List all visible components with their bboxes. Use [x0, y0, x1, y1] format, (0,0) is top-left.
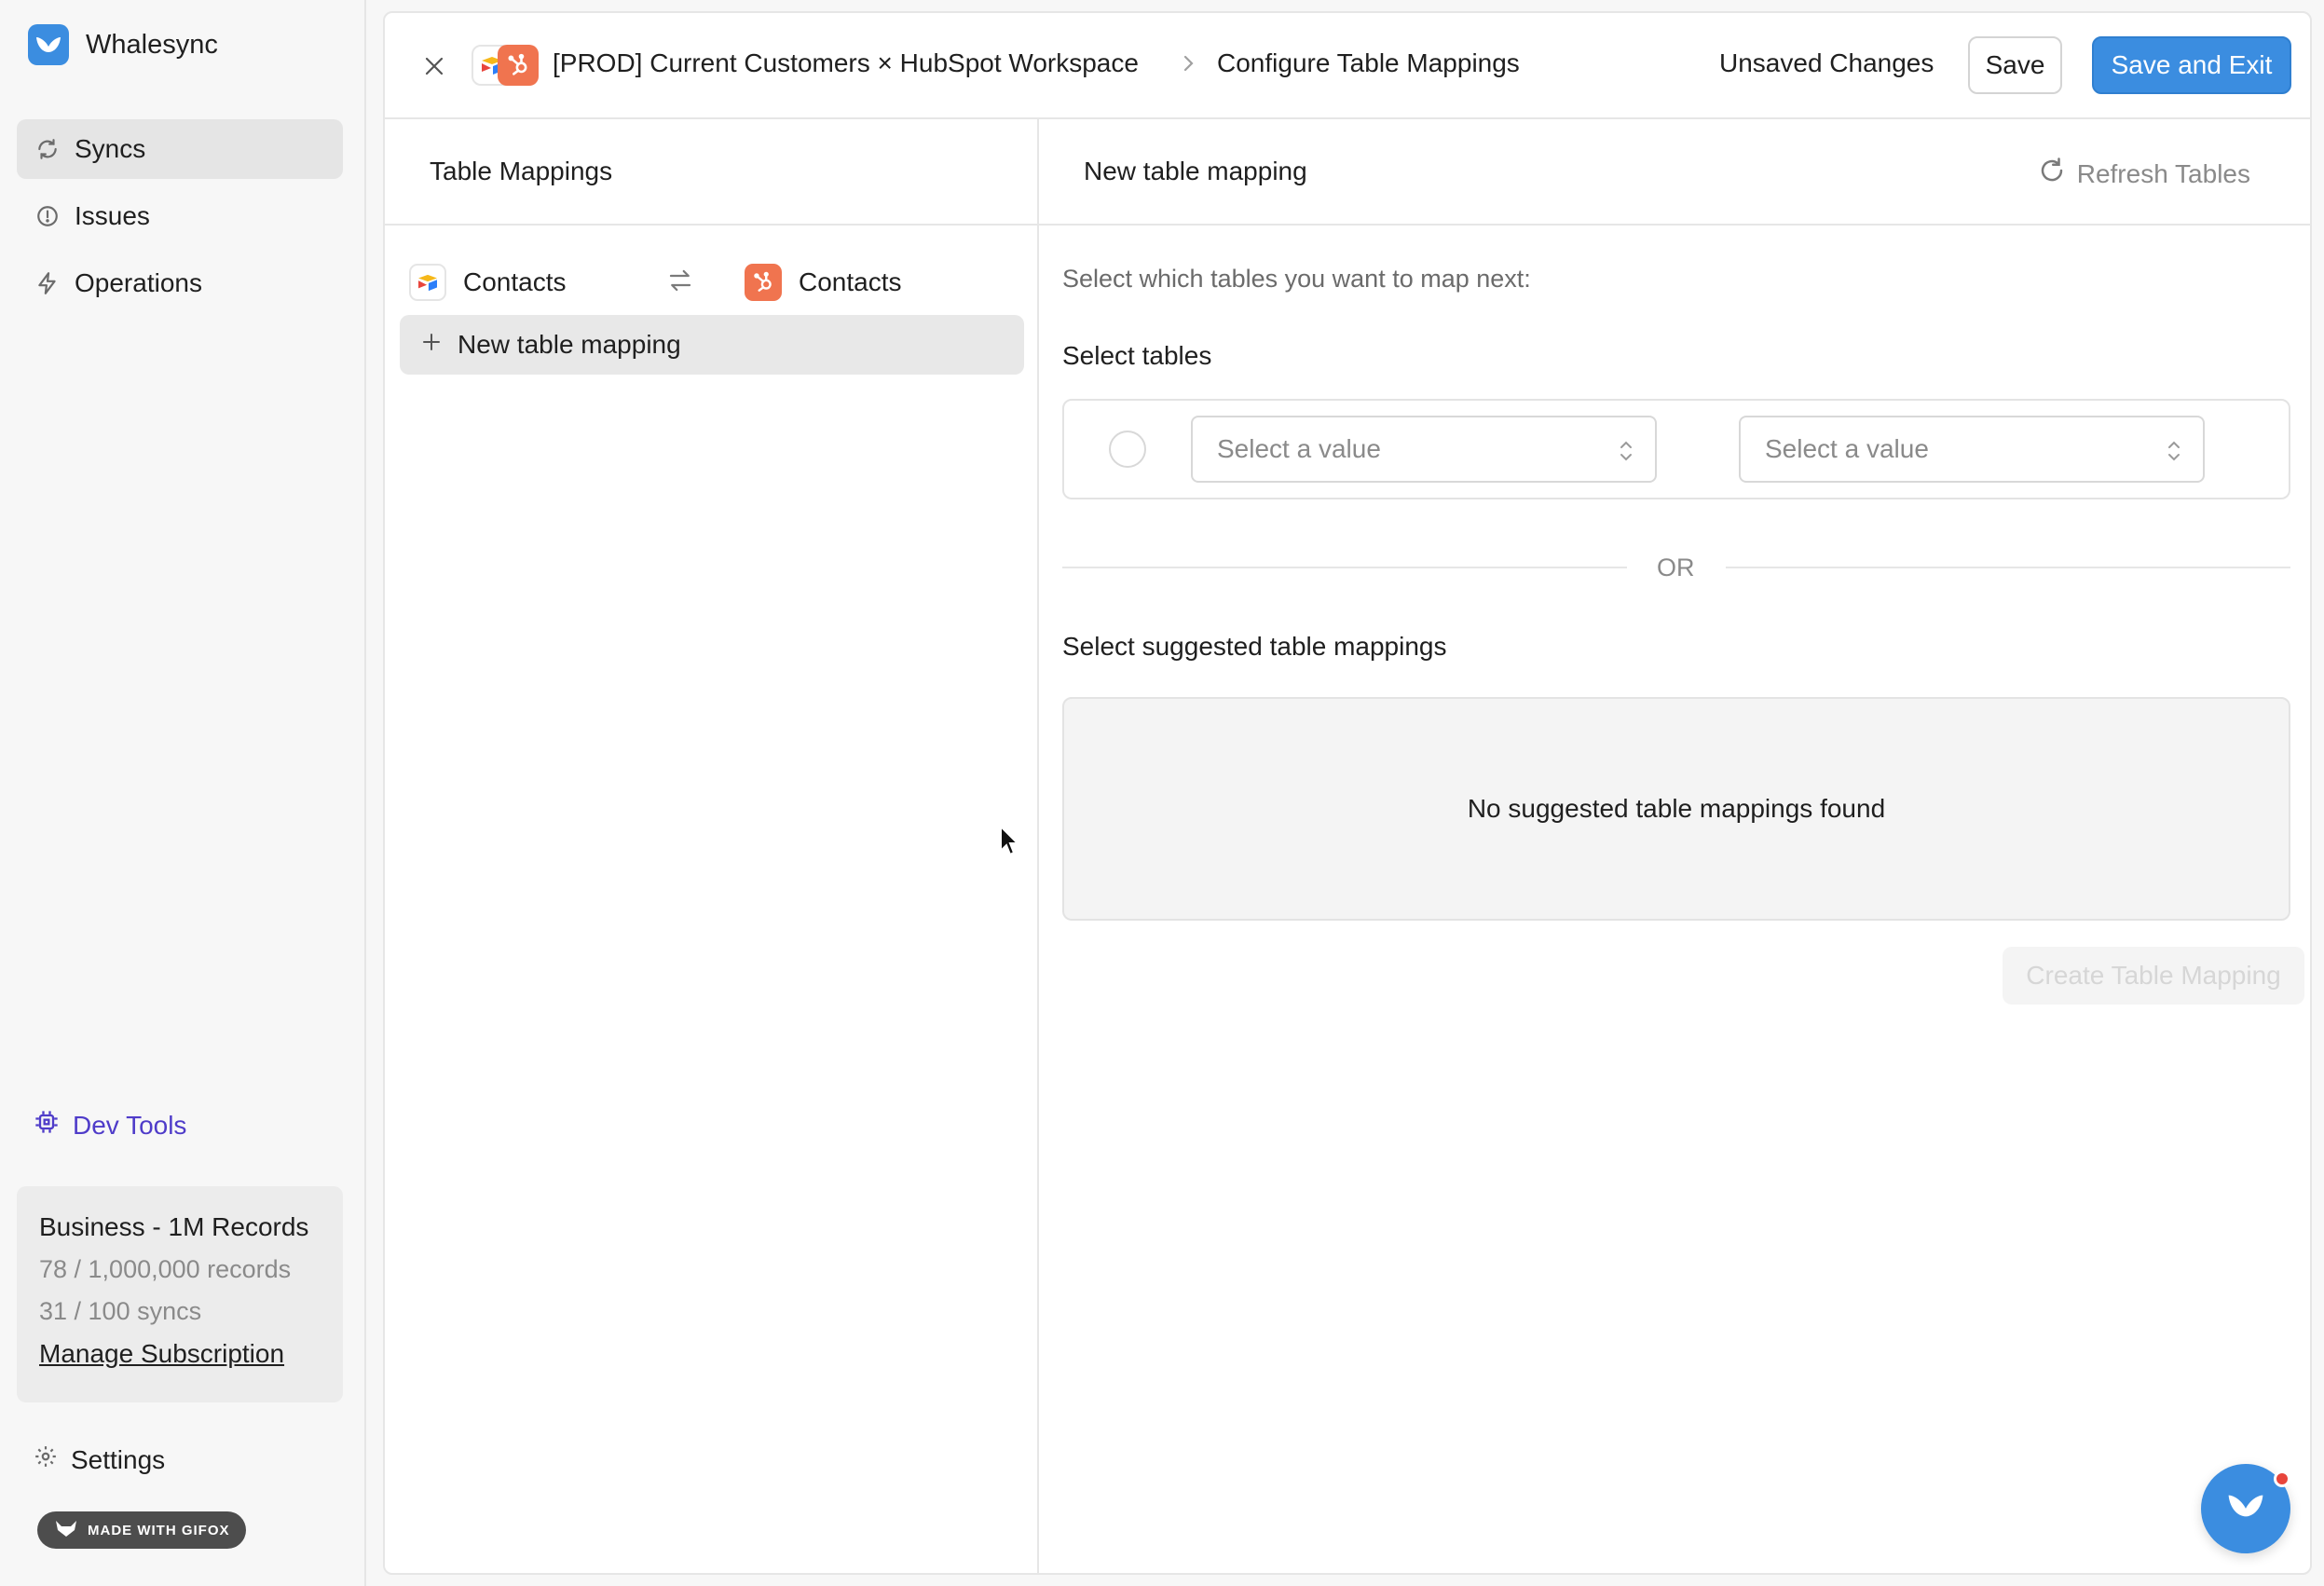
- new-mapping-header: New table mapping Refresh Tables: [1039, 119, 2310, 226]
- or-label: OR: [1657, 554, 1695, 581]
- create-table-mapping-button[interactable]: Create Table Mapping: [2003, 947, 2304, 1005]
- suggested-mappings-empty: No suggested table mappings found: [1062, 697, 2290, 921]
- top-bar: [PROD] Current Customers × HubSpot Works…: [385, 13, 2310, 119]
- left-select-placeholder: Select a value: [1217, 434, 1381, 463]
- sidebar-item-operations[interactable]: Operations: [17, 253, 343, 313]
- new-mapping-panel: New table mapping Refresh Tables Select …: [1039, 119, 2310, 1573]
- table-mapping-item[interactable]: Contacts Contacts: [409, 259, 1015, 306]
- plan-records: 78 / 1,000,000 records: [39, 1255, 292, 1283]
- close-icon: [425, 57, 444, 75]
- alert-circle-icon: [34, 202, 62, 230]
- lightning-icon: [34, 269, 62, 297]
- sidebar-item-syncs[interactable]: Syncs: [17, 119, 343, 179]
- new-table-mapping-item[interactable]: New table mapping: [400, 315, 1024, 375]
- mapping-right-side: Contacts: [745, 264, 902, 301]
- save-button[interactable]: Save: [1968, 36, 2062, 94]
- sidebar-item-label: Operations: [75, 268, 202, 297]
- right-table-select[interactable]: Select a value: [1739, 416, 2205, 483]
- or-divider-left: [1062, 567, 1627, 568]
- breadcrumb-sync-name[interactable]: [PROD] Current Customers × HubSpot Works…: [553, 48, 1139, 78]
- mapping-left-table: Contacts: [463, 267, 567, 296]
- sidebar-nav: Syncs Issues Operations: [17, 119, 343, 321]
- hubspot-logo-icon: [498, 45, 539, 86]
- gear-icon: [34, 1444, 58, 1475]
- gifox-watermark: MADE WITH GIFOX: [37, 1511, 246, 1549]
- mapping-right-table: Contacts: [799, 267, 902, 296]
- breadcrumb-current-page: Configure Table Mappings: [1217, 48, 1520, 77]
- suggested-mappings-label: Select suggested table mappings: [1062, 632, 1447, 661]
- or-divider-right: [1726, 567, 2290, 568]
- refresh-icon: [2038, 157, 2066, 191]
- table-select-row: Select a value Select a value: [1062, 399, 2290, 499]
- right-select-placeholder: Select a value: [1765, 434, 1929, 463]
- table-select-radio[interactable]: [1109, 431, 1146, 468]
- plan-card: Business - 1M Records 78 / 1,000,000 rec…: [17, 1186, 343, 1402]
- sync-logos: [472, 45, 539, 86]
- select-tables-label: Select tables: [1062, 341, 1212, 370]
- instructions-text: Select which tables you want to map next…: [1062, 265, 1531, 293]
- whale-icon: [2223, 1490, 2268, 1528]
- airtable-logo-icon: [409, 264, 446, 301]
- sidebar-item-settings[interactable]: Settings: [34, 1444, 165, 1475]
- gifox-label: MADE WITH GIFOX: [88, 1522, 230, 1538]
- notification-dot: [2274, 1470, 2290, 1487]
- dev-tools-link[interactable]: Dev Tools: [34, 1109, 186, 1142]
- unsaved-status: Unsaved Changes: [1719, 48, 1934, 77]
- chevron-up-down-icon: [2166, 438, 2182, 471]
- main-panel: [PROD] Current Customers × HubSpot Works…: [383, 11, 2312, 1575]
- manage-subscription-link[interactable]: Manage Subscription: [39, 1339, 284, 1368]
- mouse-cursor-icon: [999, 824, 1021, 865]
- plus-icon: [420, 330, 443, 360]
- sidebar-item-label: Syncs: [75, 134, 146, 163]
- brand-name: Whalesync: [86, 29, 218, 60]
- new-table-mapping-label: New table mapping: [458, 330, 681, 359]
- refresh-icon: [34, 135, 62, 163]
- fox-icon: [54, 1519, 78, 1541]
- left-table-select[interactable]: Select a value: [1191, 416, 1657, 483]
- save-and-exit-button[interactable]: Save and Exit: [2092, 36, 2291, 94]
- refresh-tables-label: Refresh Tables: [2076, 158, 2250, 188]
- table-mappings-panel: Table Mappings Contacts Contacts New tab…: [385, 119, 1039, 1573]
- swap-arrows-icon: [666, 267, 694, 301]
- sidebar: Whalesync Syncs Issues Operations Dev To…: [0, 0, 366, 1586]
- chevron-up-down-icon: [1618, 438, 1634, 471]
- plan-syncs: 31 / 100 syncs: [39, 1297, 202, 1325]
- brand[interactable]: Whalesync: [28, 24, 218, 65]
- sidebar-item-label: Issues: [75, 201, 150, 230]
- refresh-tables-button[interactable]: Refresh Tables: [2038, 157, 2250, 191]
- hubspot-logo-icon: [745, 264, 782, 301]
- plan-title: Business - 1M Records: [39, 1212, 309, 1241]
- settings-label: Settings: [71, 1444, 166, 1474]
- new-mapping-title: New table mapping: [1084, 157, 1307, 185]
- dev-tools-label: Dev Tools: [73, 1110, 187, 1140]
- sidebar-item-issues[interactable]: Issues: [17, 186, 343, 246]
- chip-icon: [34, 1109, 60, 1142]
- table-mappings-title: Table Mappings: [385, 119, 1037, 226]
- close-button[interactable]: [418, 50, 450, 82]
- whalesync-logo-icon: [28, 24, 69, 65]
- chevron-right-icon: [1180, 50, 1196, 80]
